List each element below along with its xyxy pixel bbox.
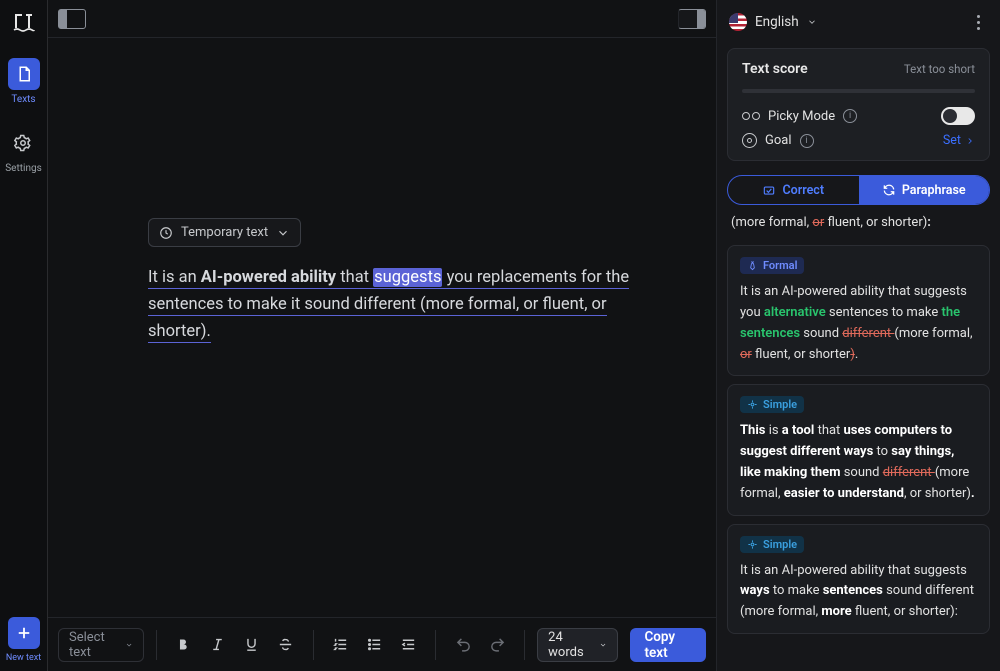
editor-body[interactable]: Temporary text It is an AI-powered abili… [48,38,716,617]
copy-text-button[interactable]: Copy text [630,628,706,662]
suggestion-card-formal[interactable]: Formal It is an AI-powered ability that … [727,245,990,376]
more-menu-button[interactable] [968,15,988,30]
arrows-in-icon [747,539,758,550]
flag-us-icon [729,13,747,31]
bold-button[interactable] [169,630,199,660]
undo-button[interactable] [448,630,478,660]
italic-button[interactable] [203,630,233,660]
target-icon [742,133,757,148]
rail-label: Texts [11,94,35,105]
language-selector[interactable]: English [729,13,817,31]
text-score-card: Text score Text too short Picky Mode i G… [727,48,990,161]
left-rail: Texts Settings New text [0,0,48,671]
strikethrough-button[interactable] [271,630,301,660]
toggle-left-panel-icon[interactable] [58,9,86,29]
bottom-toolbar: Select text 24 words Copy text [48,617,716,671]
list-group [325,630,423,660]
toggle-right-panel-icon[interactable] [678,9,706,29]
chevron-right-icon [965,136,975,146]
unordered-list-button[interactable] [359,630,389,660]
picky-mode-label: Picky Mode [768,109,835,124]
chevron-down-icon [276,226,290,240]
mode-tabs: Correct Paraphrase [727,175,990,205]
info-icon[interactable]: i [843,109,857,123]
history-group [448,630,512,660]
badge-simple: Simple [740,536,804,553]
format-group [169,630,301,660]
divider [313,630,314,660]
arrows-in-icon [747,399,758,410]
tab-correct[interactable]: Correct [728,176,859,204]
document-title-chip[interactable]: Temporary text [148,218,301,247]
right-panel: English Text score Text too short Picky … [716,0,1000,671]
new-text-label: New text [6,653,41,663]
redo-button[interactable] [482,630,512,660]
rail-label: Settings [5,163,42,174]
badge-simple: Simple [740,396,804,413]
underline-button[interactable] [237,630,267,660]
tie-icon [747,260,758,271]
editor-topbar [48,0,716,38]
text-score-title: Text score [742,61,808,77]
info-icon[interactable]: i [800,134,814,148]
outdent-button[interactable] [393,630,423,660]
clock-icon [159,226,173,240]
rail-item-texts[interactable]: Texts [8,58,40,105]
chevron-down-icon [125,640,133,650]
rail-item-settings[interactable]: Settings [5,127,42,174]
text-score-note: Text too short [904,62,975,76]
glasses-icon [742,112,760,120]
suggestion-card-simple-1[interactable]: Simple This is a tool that uses computer… [727,384,990,515]
editor-content[interactable]: It is an AI-powered ability that suggest… [148,264,656,346]
suggestion-text: This is a tool that uses computers to su… [740,421,977,504]
divider [524,630,525,660]
picky-mode-toggle[interactable] [941,107,975,125]
check-badge-icon [762,183,776,197]
app-logo [10,8,38,36]
document-icon [8,58,40,90]
chevron-down-icon [599,640,607,650]
text-selection: suggests [373,268,442,287]
suggestion-text: It is an AI-powered ability that suggest… [740,282,977,365]
suggestions-list: (more formal, or fluent, or shorter): Fo… [717,213,1000,671]
suggestion-fragment: (more formal, or fluent, or shorter): [727,213,990,237]
select-text-dropdown[interactable]: Select text [58,628,144,662]
gear-icon [7,127,39,159]
set-goal-link[interactable]: Set [943,133,975,148]
chevron-down-icon [807,17,817,27]
refresh-icon [882,183,896,197]
suggestion-text: It is an AI-powered ability that suggest… [740,561,977,623]
ordered-list-button[interactable] [325,630,355,660]
goal-label: Goal [765,133,792,148]
score-progress-bar [742,89,975,93]
tab-paraphrase[interactable]: Paraphrase [859,176,990,204]
suggestion-card-simple-2[interactable]: Simple It is an AI-powered ability that … [727,524,990,634]
new-text-button[interactable] [8,617,40,649]
document-title: Temporary text [181,225,268,240]
editor-area: Temporary text It is an AI-powered abili… [48,0,716,671]
right-topbar: English [717,0,1000,44]
divider [435,630,436,660]
badge-formal: Formal [740,257,804,274]
word-count-dropdown[interactable]: 24 words [537,628,618,662]
divider [156,630,157,660]
